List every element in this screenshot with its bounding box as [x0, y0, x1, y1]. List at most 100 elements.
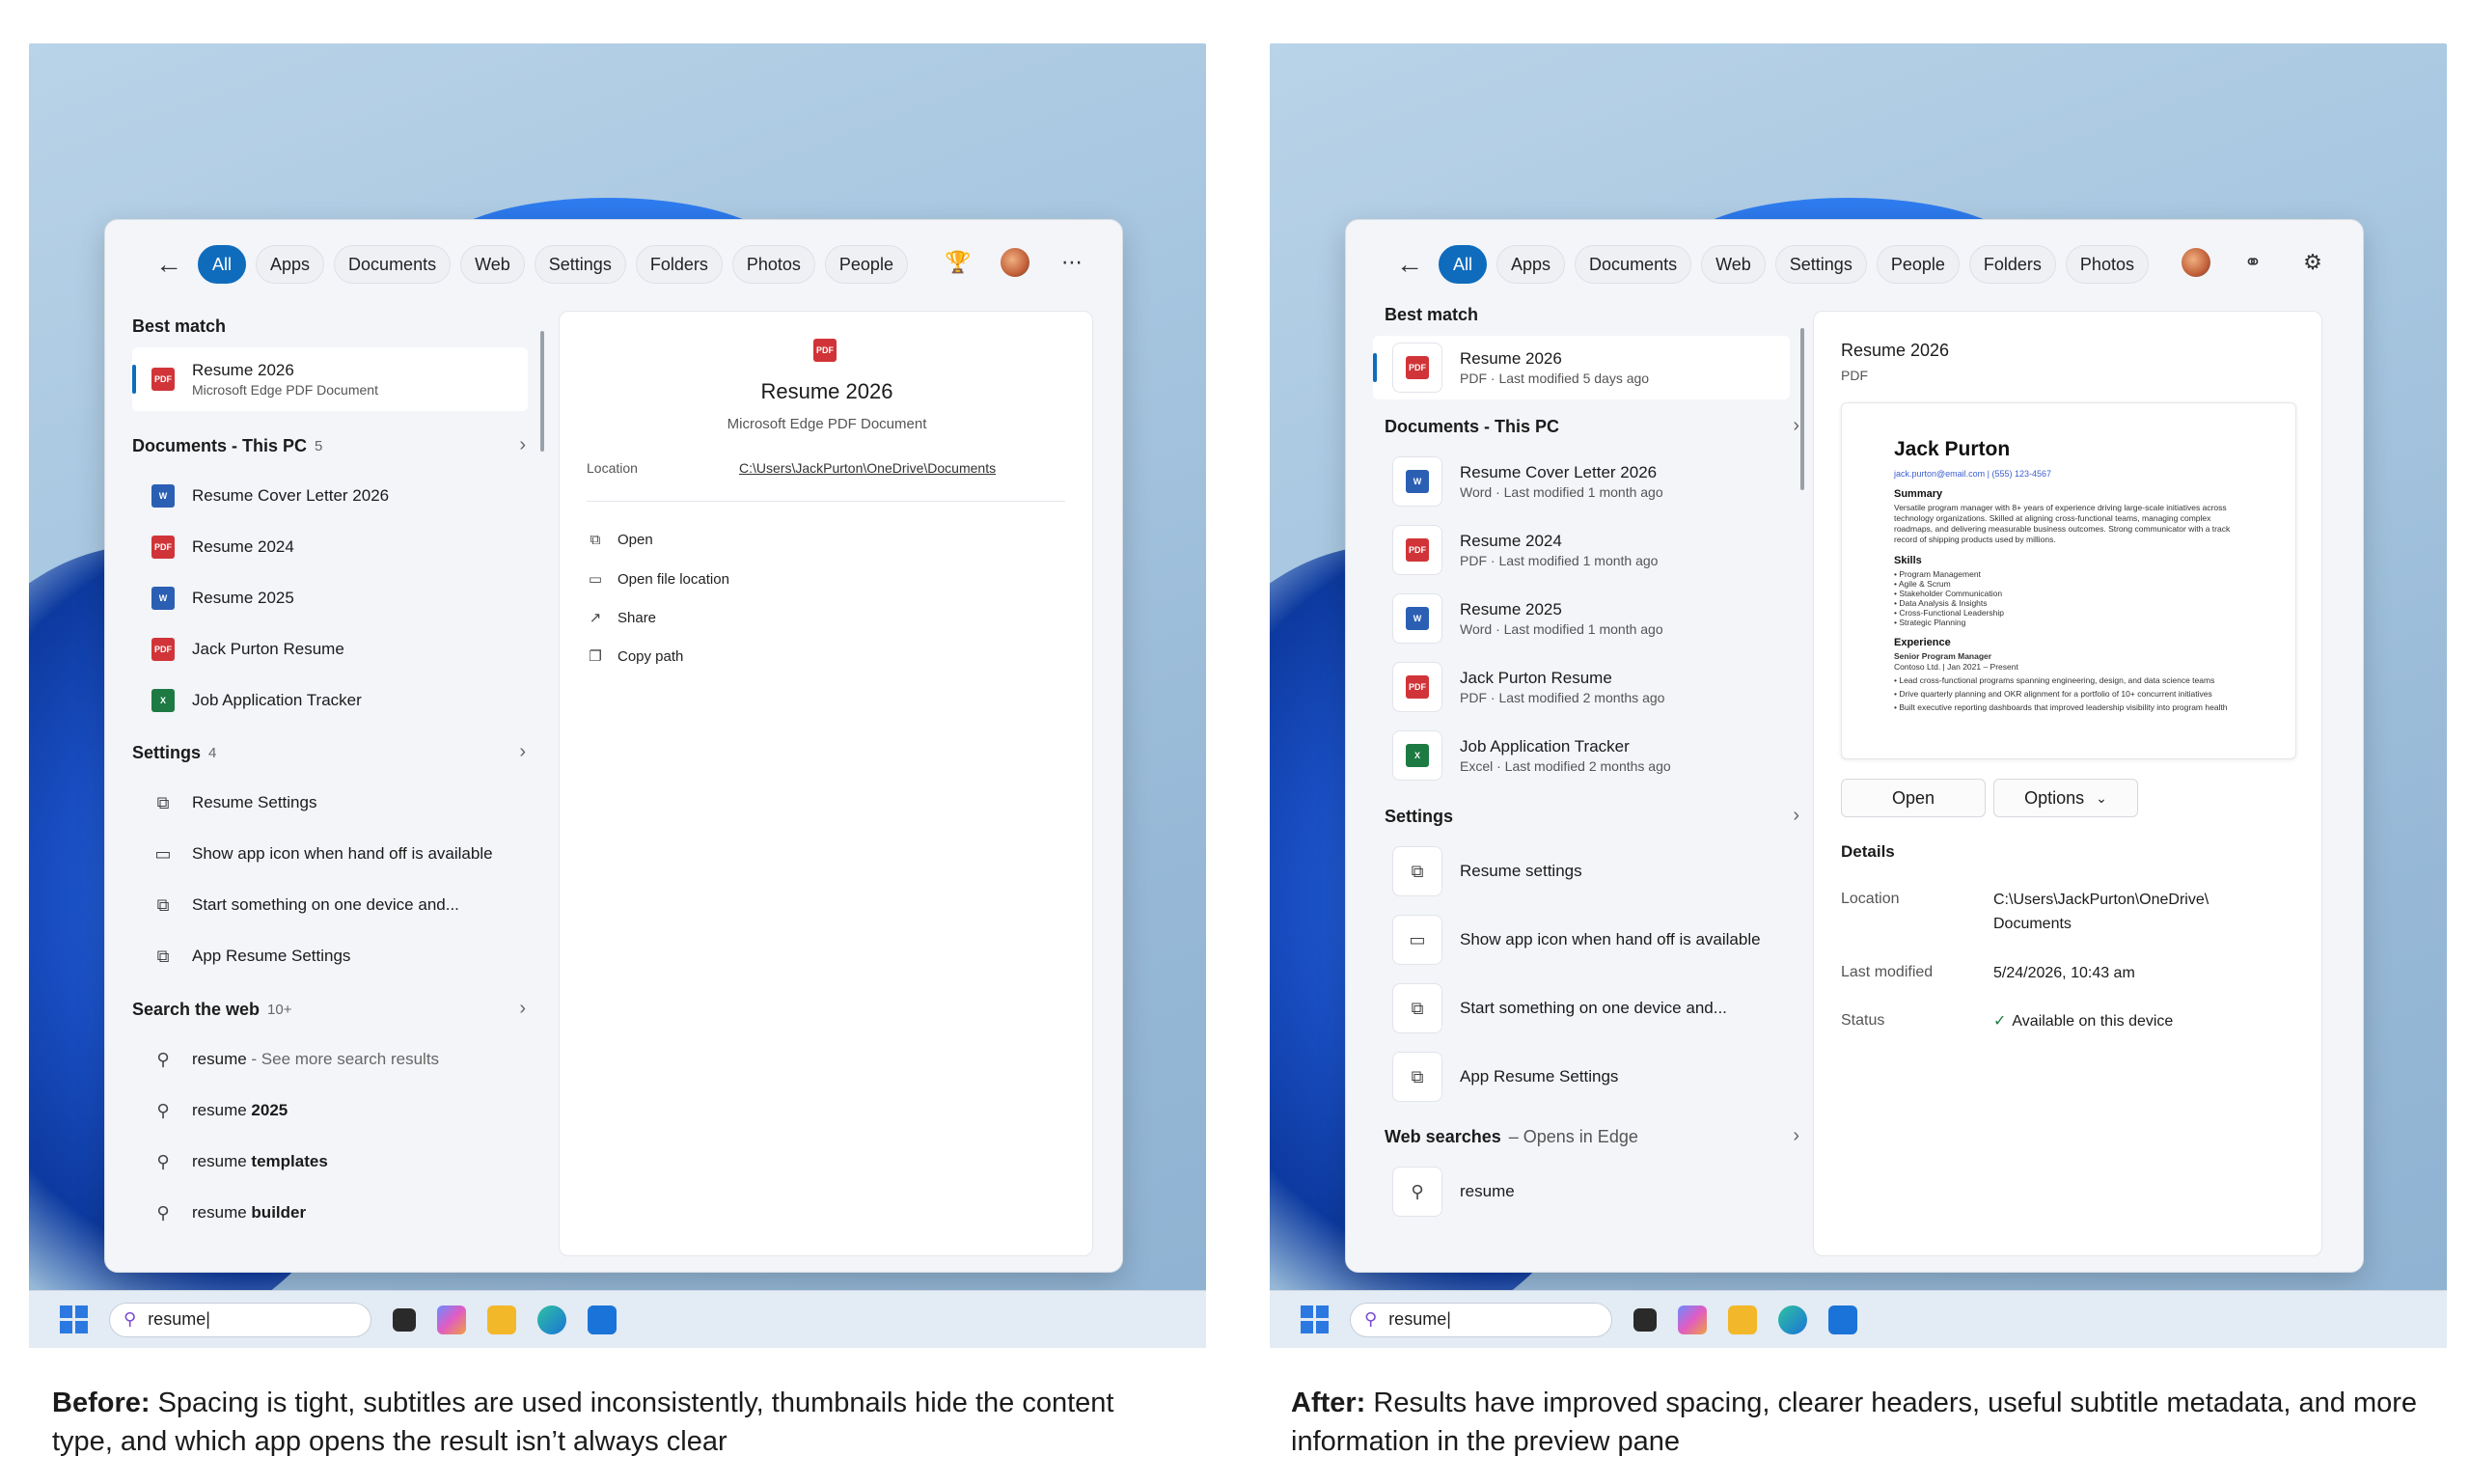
open-button[interactable]: Open — [1841, 779, 1986, 817]
list-item[interactable]: W Resume Cover Letter 2026 — [132, 477, 528, 515]
filter-people[interactable]: People — [824, 245, 908, 284]
list-item[interactable]: W Resume 2025 — [132, 579, 528, 618]
preview-subtitle: PDF — [1841, 368, 1868, 383]
after-caption: After: Results have improved spacing, cl… — [1291, 1384, 2429, 1461]
filter-photos[interactable]: Photos — [2065, 245, 2149, 284]
share-action[interactable]: ↗ Share — [587, 609, 656, 627]
chevron-right-icon[interactable]: › — [1793, 415, 1799, 437]
list-item[interactable]: ⧉ Start something on one device and... — [1373, 976, 1769, 1040]
word-file-icon: W — [151, 587, 175, 610]
list-item[interactable]: X Job Application Tracker — [132, 681, 528, 720]
copilot-icon[interactable] — [437, 1305, 466, 1334]
copilot-icon[interactable] — [1678, 1305, 1707, 1334]
search-icon: ⚲ — [124, 1309, 137, 1329]
web-header[interactable]: Web searches – Opens in Edge — [1385, 1127, 1638, 1147]
back-arrow-icon[interactable]: ← — [150, 249, 188, 280]
chevron-right-icon[interactable]: › — [1793, 1125, 1799, 1147]
documents-header[interactable]: Documents - This PC — [1385, 417, 1559, 437]
chevron-right-icon[interactable]: › — [519, 741, 526, 763]
location-value[interactable]: C:\Users\JackPurton\OneDrive\ Documents — [1993, 888, 2283, 936]
taskbar-search-input[interactable]: ⚲ resume| — [1350, 1302, 1612, 1337]
copy-path-action[interactable]: ❐ Copy path — [587, 647, 683, 666]
results-scrollbar[interactable] — [540, 331, 544, 452]
file-explorer-icon[interactable] — [1728, 1305, 1757, 1334]
results-scrollbar[interactable] — [1800, 328, 1804, 490]
options-dropdown[interactable]: Options ⌄ — [1993, 779, 2138, 817]
chevron-right-icon[interactable]: › — [519, 434, 526, 456]
taskbar-search-value: resume| — [1388, 1309, 1451, 1329]
best-match-item[interactable]: PDF Resume 2026 PDF · Last modified 5 day… — [1373, 336, 1790, 399]
file-explorer-icon[interactable] — [487, 1305, 516, 1334]
documents-header[interactable]: Documents - This PC 5 — [132, 436, 322, 456]
more-options-icon[interactable]: ⋯ — [1055, 245, 1089, 280]
filter-settings[interactable]: Settings — [1774, 245, 1867, 284]
doc-experience-heading: Experience — [1894, 637, 1951, 648]
list-item[interactable]: ⧉ Resume settings — [1373, 839, 1769, 903]
list-item[interactable]: PDF Resume 2024 — [132, 528, 528, 566]
filter-apps[interactable]: Apps — [256, 245, 325, 284]
web-result[interactable]: ⚲ resume - See more search results — [132, 1040, 528, 1079]
edge-icon[interactable] — [1778, 1305, 1807, 1334]
filter-documents[interactable]: Documents — [334, 245, 452, 284]
list-item[interactable]: PDF Resume 2024 PDF · Last modified 1 mont… — [1373, 518, 1769, 582]
list-item[interactable]: ▭ Show app icon when hand off is availabl… — [1373, 908, 1769, 972]
web-result[interactable]: ⚲ resume — [1373, 1160, 1769, 1223]
edge-icon[interactable] — [537, 1305, 566, 1334]
filter-web[interactable]: Web — [460, 245, 525, 284]
link-icon[interactable]: ⚭ — [2236, 245, 2270, 280]
gear-icon[interactable]: ⚙ — [2295, 245, 2330, 280]
list-item[interactable]: W Resume 2025 Word · Last modified 1 month… — [1373, 587, 1769, 650]
store-icon[interactable] — [588, 1305, 617, 1334]
filter-apps[interactable]: Apps — [1496, 245, 1566, 284]
filter-folders[interactable]: Folders — [1968, 245, 2056, 284]
settings-header-label: Settings — [132, 743, 202, 762]
start-button[interactable] — [60, 1305, 88, 1333]
avatar[interactable] — [1001, 248, 1029, 277]
store-icon[interactable] — [1828, 1305, 1857, 1334]
open-action[interactable]: ⧉ Open — [587, 532, 653, 548]
filter-photos[interactable]: Photos — [731, 245, 815, 284]
start-button[interactable] — [1301, 1305, 1329, 1333]
filter-people[interactable]: People — [1876, 245, 1960, 284]
filter-documents[interactable]: Documents — [1575, 245, 1692, 284]
list-item[interactable]: PDF Jack Purton Resume PDF · Last modified… — [1373, 655, 1769, 719]
best-match-item[interactable]: PDF Resume 2026 Microsoft Edge PDF Docume… — [132, 347, 528, 411]
filter-web[interactable]: Web — [1701, 245, 1766, 284]
devices-icon: ⧉ — [156, 946, 170, 966]
web-result[interactable]: ⚲ resume builder — [132, 1194, 528, 1232]
avatar[interactable] — [2182, 248, 2210, 277]
search-flyout: ← All Apps Documents Web Settings Folder… — [104, 219, 1123, 1273]
web-result[interactable]: ⚲ resume 2025 — [132, 1091, 528, 1130]
settings-header[interactable]: Settings — [1385, 807, 1453, 827]
pdf-file-icon: PDF — [1406, 356, 1429, 379]
task-view-icon[interactable] — [393, 1307, 416, 1332]
task-view-icon[interactable] — [1633, 1307, 1657, 1332]
chevron-right-icon[interactable]: › — [1793, 805, 1799, 827]
list-item[interactable]: X Job Application Tracker Excel · Last mod… — [1373, 724, 1769, 787]
filter-all[interactable]: All — [198, 245, 247, 284]
search-tile: ⚲ — [1392, 1167, 1442, 1217]
list-item[interactable]: W Resume Cover Letter 2026 Word · Last mod… — [1373, 450, 1769, 513]
list-item[interactable]: PDF Jack Purton Resume — [132, 630, 528, 669]
location-link[interactable]: C:\Users\JackPurton\OneDrive\Documents — [739, 460, 996, 476]
chevron-right-icon[interactable]: › — [519, 998, 526, 1020]
filter-folders[interactable]: Folders — [635, 245, 723, 284]
list-item[interactable]: ⧉ Start something on one device and... — [132, 886, 528, 924]
back-arrow-icon[interactable]: ← — [1390, 249, 1429, 280]
doc-summary-heading: Summary — [1894, 488, 1943, 500]
list-item[interactable]: ⧉ App Resume Settings — [132, 937, 528, 976]
list-item[interactable]: ⧉ App Resume Settings — [1373, 1045, 1769, 1109]
web-header[interactable]: Search the web 10+ — [132, 1000, 292, 1020]
list-item[interactable]: ⧉ Resume Settings — [132, 783, 528, 822]
open-file-location-action[interactable]: ▭ Open file location — [587, 570, 729, 589]
web-query: resume — [192, 1050, 247, 1068]
filter-settings[interactable]: Settings — [534, 245, 626, 284]
settings-header[interactable]: Settings 4 — [132, 743, 216, 763]
filter-bar: ← All Apps Documents Web Settings Folder… — [105, 220, 1122, 309]
filter-all[interactable]: All — [1439, 245, 1488, 284]
after-caption-bold: After: — [1291, 1388, 1366, 1418]
list-item[interactable]: ▭ Show app icon when hand off is availabl… — [132, 835, 528, 873]
trophy-icon[interactable]: 🏆 — [941, 245, 975, 280]
taskbar-search-input[interactable]: ⚲ resume| — [109, 1302, 371, 1337]
web-result[interactable]: ⚲ resume templates — [132, 1142, 528, 1181]
